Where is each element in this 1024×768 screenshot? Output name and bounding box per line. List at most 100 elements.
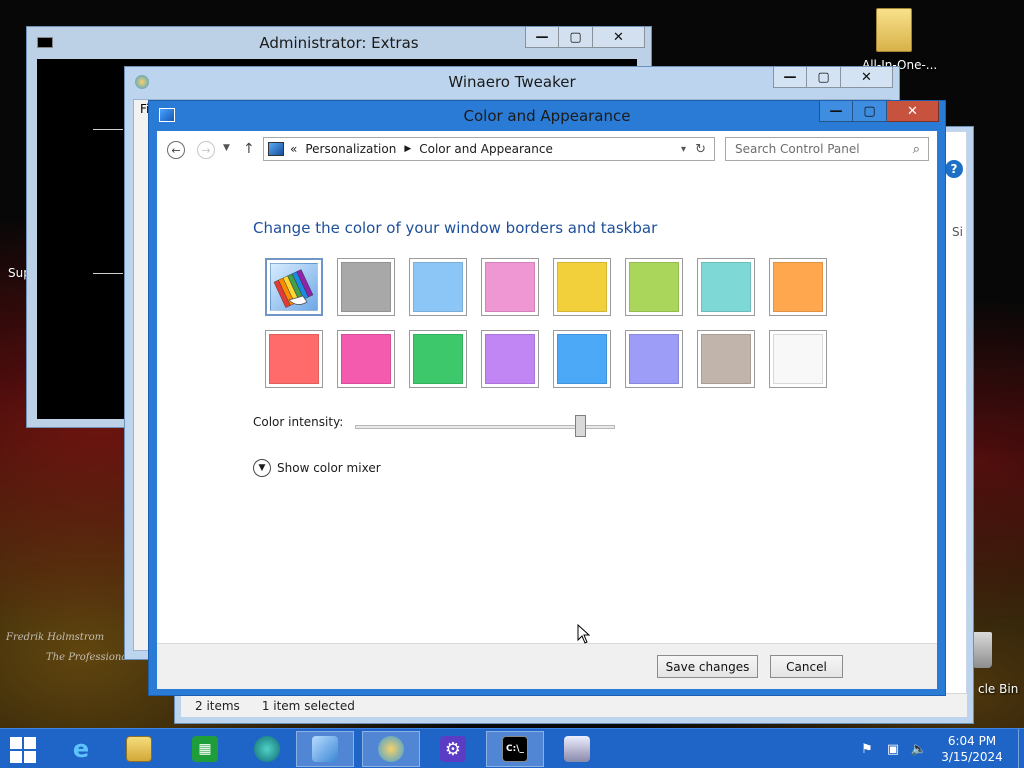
taskbar: e ▦ ⚙ C:\_ ⚑ ▣ 🔈 6:04 PM 3/15/2024 xyxy=(0,728,1024,768)
recent-chevron-icon[interactable]: ▼ xyxy=(223,143,230,153)
chevron-down-icon: ▼ xyxy=(253,459,271,477)
main-title: Color and Appearance xyxy=(463,107,631,125)
minimize-button[interactable]: — xyxy=(819,101,853,122)
close-button[interactable]: ✕ xyxy=(593,27,645,48)
main-client: ← → ▼ ↑ « Personalization ▶ Color and Ap… xyxy=(157,131,937,689)
internet-explorer-icon[interactable]: e xyxy=(52,731,110,767)
color-appearance-window[interactable]: Color and Appearance — ▢ ✕ ← → ▼ ↑ « Per… xyxy=(148,100,946,696)
swatch-fill xyxy=(629,262,679,312)
app-icon[interactable] xyxy=(238,731,296,767)
swatch-fill xyxy=(341,334,391,384)
control-panel-icon[interactable] xyxy=(296,731,354,767)
system-tray: ⚑ ▣ 🔈 6:04 PM 3/15/2024 xyxy=(858,729,1024,768)
swatch-fill xyxy=(485,334,535,384)
winaero-icon xyxy=(135,75,149,89)
flag-icon[interactable]: ⚑ xyxy=(858,741,876,757)
swatch-fill xyxy=(557,334,607,384)
control-panel-icon xyxy=(159,108,175,122)
clock-date: 3/15/2024 xyxy=(941,750,1003,764)
cancel-button[interactable]: Cancel xyxy=(770,655,843,678)
address-prefix[interactable]: « xyxy=(290,142,297,156)
help-icon[interactable]: ? xyxy=(945,160,963,178)
color-swatch-sky-blue[interactable] xyxy=(409,258,467,316)
address-dropdown-icon[interactable]: ▾ xyxy=(681,144,686,155)
search-icon[interactable]: ⌕ xyxy=(913,142,920,157)
status-bar: 2 items 1 item selected xyxy=(181,693,967,717)
minimize-button[interactable]: — xyxy=(773,67,807,88)
color-swatch-red[interactable] xyxy=(265,330,323,388)
color-swatch-purple[interactable] xyxy=(481,330,539,388)
mouse-cursor-icon xyxy=(577,624,591,644)
swatch-fill xyxy=(773,334,823,384)
color-swatch-grid xyxy=(265,258,827,388)
recycle-bin-icon[interactable] xyxy=(972,632,992,668)
color-swatch-gray[interactable] xyxy=(337,258,395,316)
file-explorer-icon[interactable] xyxy=(110,731,168,767)
main-titlebar[interactable]: Color and Appearance — ▢ ✕ xyxy=(149,101,945,131)
swatch-fill xyxy=(485,262,535,312)
swatch-fill xyxy=(629,334,679,384)
minimize-button[interactable]: — xyxy=(525,27,559,48)
folder-icon[interactable] xyxy=(876,8,912,52)
network-icon[interactable] xyxy=(548,731,606,767)
side-fragment: Si xyxy=(952,225,963,239)
status-items: 2 items xyxy=(195,698,240,713)
swatch-fill xyxy=(701,262,751,312)
winaero-icon[interactable] xyxy=(362,731,420,767)
color-swatch-green[interactable] xyxy=(409,330,467,388)
breadcrumb-separator-icon: ▶ xyxy=(404,144,412,154)
cmd-icon[interactable]: C:\_ xyxy=(486,731,544,767)
color-swatch-white[interactable] xyxy=(769,330,827,388)
color-swatch-blue[interactable] xyxy=(553,330,611,388)
color-swatch-pink[interactable] xyxy=(481,258,539,316)
clock-time: 6:04 PM xyxy=(947,734,997,748)
up-arrow-icon[interactable]: ↑ xyxy=(243,141,255,157)
color-swatch-orange[interactable] xyxy=(769,258,827,316)
network-tray-icon[interactable]: ▣ xyxy=(884,741,902,757)
forward-arrow-icon[interactable]: → xyxy=(197,141,215,159)
main-content: Change the color of your window borders … xyxy=(157,169,937,643)
store-icon[interactable]: ▦ xyxy=(176,731,234,767)
signature-line1: Fredrik Holmstrom xyxy=(6,632,105,643)
intensity-label: Color intensity: xyxy=(253,415,344,429)
color-swatch-yellow[interactable] xyxy=(553,258,611,316)
close-button[interactable]: ✕ xyxy=(841,67,893,88)
color-swatch-lime[interactable] xyxy=(625,258,683,316)
maximize-button[interactable]: ▢ xyxy=(559,27,593,48)
color-swatch-periwinkle[interactable] xyxy=(625,330,683,388)
swatch-fill xyxy=(413,262,463,312)
close-button[interactable]: ✕ xyxy=(887,101,939,122)
address-bar[interactable]: « Personalization ▶ Color and Appearance… xyxy=(263,137,715,161)
recycle-bin-label[interactable]: cle Bin xyxy=(978,682,1018,696)
color-swatch-automatic[interactable] xyxy=(265,258,323,316)
maximize-button[interactable]: ▢ xyxy=(807,67,841,88)
maximize-button[interactable]: ▢ xyxy=(853,101,887,122)
color-swatch-turquoise[interactable] xyxy=(697,258,755,316)
navigation-bar: ← → ▼ ↑ « Personalization ▶ Color and Ap… xyxy=(157,131,937,169)
color-swatch-magenta[interactable] xyxy=(337,330,395,388)
swatch-fill xyxy=(270,263,318,311)
swatch-fill xyxy=(773,262,823,312)
search-placeholder: Search Control Panel xyxy=(735,142,860,156)
swatch-fill xyxy=(413,334,463,384)
admin-titlebar[interactable]: Administrator: Extras — ▢ ✕ xyxy=(27,27,651,59)
settings-icon[interactable]: ⚙ xyxy=(424,731,482,767)
clock[interactable]: 6:04 PM 3/15/2024 xyxy=(936,733,1008,765)
show-color-mixer-link[interactable]: ▼ Show color mixer xyxy=(253,459,381,477)
refresh-icon[interactable]: ↻ xyxy=(695,142,706,157)
winaero-titlebar[interactable]: Winaero Tweaker — ▢ ✕ xyxy=(125,67,899,97)
intensity-slider-thumb[interactable] xyxy=(575,415,587,437)
volume-muted-icon[interactable]: 🔈 xyxy=(910,741,928,757)
swatch-fill xyxy=(269,334,319,384)
search-input[interactable]: Search Control Panel ⌕ xyxy=(725,137,929,161)
swatch-fill xyxy=(341,262,391,312)
show-desktop-button[interactable] xyxy=(1018,729,1024,768)
start-button[interactable] xyxy=(10,737,36,763)
save-changes-button[interactable]: Save changes xyxy=(657,655,758,678)
breadcrumb-personalization[interactable]: Personalization xyxy=(305,142,396,156)
mixer-label: Show color mixer xyxy=(277,461,381,475)
color-swatch-taupe[interactable] xyxy=(697,330,755,388)
back-arrow-icon[interactable]: ← xyxy=(167,141,185,159)
breadcrumb-color-appearance[interactable]: Color and Appearance xyxy=(419,142,553,156)
control-panel-icon xyxy=(268,142,284,156)
